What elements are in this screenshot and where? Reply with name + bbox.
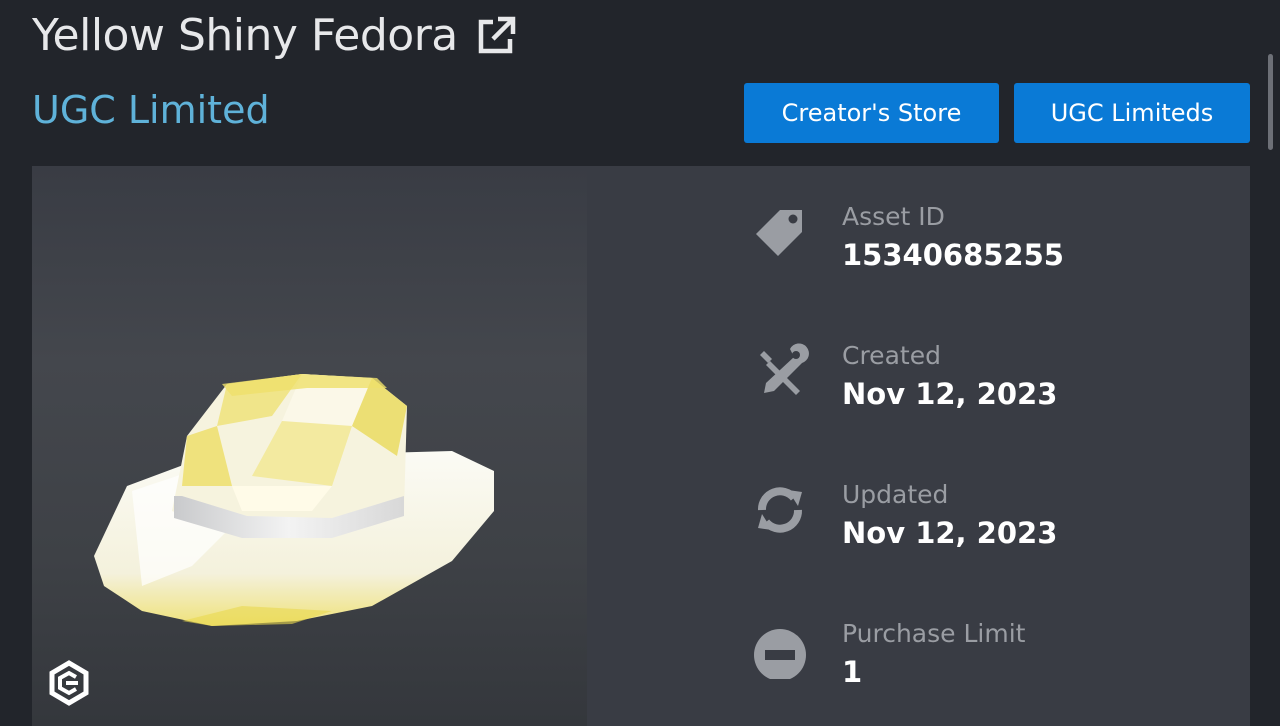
price-tag-icon <box>750 202 810 262</box>
ugc-limiteds-button[interactable]: UGC Limiteds <box>1014 83 1250 143</box>
detail-value: 15340685255 <box>842 238 1064 272</box>
detail-purchase-limit: Purchase Limit 1 <box>750 619 1230 719</box>
detail-value: 1 <box>842 655 863 689</box>
detail-label: Purchase Limit <box>842 619 1026 648</box>
tools-icon <box>750 341 810 401</box>
detail-value: Nov 12, 2023 <box>842 516 1058 550</box>
item-details-card: Asset ID 15340685255 Created Nov 12, 202… <box>32 166 1250 726</box>
detail-label: Updated <box>842 480 949 509</box>
brand-logo-icon <box>49 660 89 706</box>
detail-created: Created Nov 12, 2023 <box>750 341 1230 441</box>
creators-store-button[interactable]: Creator's Store <box>744 83 999 143</box>
detail-asset-id: Asset ID 15340685255 <box>750 202 1230 302</box>
title-row: Yellow Shiny Fedora <box>32 10 518 61</box>
detail-label: Created <box>842 341 941 370</box>
fedora-thumbnail <box>94 374 494 626</box>
item-preview-image <box>32 166 587 726</box>
refresh-icon <box>750 480 810 540</box>
detail-updated: Updated Nov 12, 2023 <box>750 480 1230 580</box>
external-link-icon[interactable] <box>474 14 518 58</box>
detail-label: Asset ID <box>842 202 945 231</box>
item-title: Yellow Shiny Fedora <box>32 10 458 61</box>
detail-value: Nov 12, 2023 <box>842 377 1058 411</box>
scrollbar[interactable] <box>1268 54 1273 150</box>
item-type-label[interactable]: UGC Limited <box>32 88 270 132</box>
no-entry-icon <box>750 619 810 681</box>
